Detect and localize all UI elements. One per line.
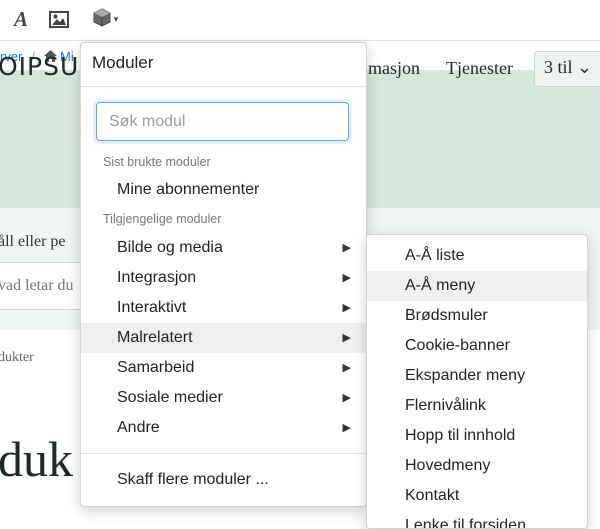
category-label: Samarbeid — [117, 359, 195, 376]
category-malrelatert[interactable]: Malrelatert ▶ — [81, 323, 366, 353]
arrow-right-icon: ▶ — [342, 302, 351, 314]
category-label: Andre — [117, 419, 160, 436]
site-nav-services[interactable]: Tjenester — [446, 58, 513, 79]
font-italic-icon[interactable]: A — [10, 6, 32, 32]
dropdown-title: Moduler — [92, 53, 154, 72]
submenu-item-flernivalink[interactable]: Flernivålink — [367, 391, 587, 421]
category-sosiale-medier[interactable]: Sosiale medier ▶ — [81, 383, 366, 413]
image-icon[interactable] — [48, 6, 70, 32]
chevron-down-icon: ▾ — [113, 13, 119, 24]
submenu-item-lenke-til-forsiden[interactable]: Lenke til forsiden — [367, 511, 587, 528]
arrow-right-icon: ▶ — [342, 422, 351, 434]
submenu-item-a-a-liste[interactable]: A-Å liste — [367, 241, 587, 271]
module-item-mine-abonnementer[interactable]: Mine abonnementer — [81, 175, 366, 205]
site-nav-information[interactable]: masjon — [368, 58, 420, 79]
module-search-input[interactable] — [96, 102, 349, 141]
dropdown-divider — [81, 86, 366, 87]
category-integrasjon[interactable]: Integrasjon ▶ — [81, 263, 366, 293]
malrelatert-submenu: A-Å liste A-Å meny Brødsmuler Cookie-ban… — [366, 234, 588, 529]
arrow-right-icon: ▶ — [342, 392, 351, 404]
submenu-item-brodsmuler[interactable]: Brødsmuler — [367, 301, 587, 331]
submenu-item-hopp-til-innhold[interactable]: Hopp til innhold — [367, 421, 587, 451]
submenu-item-cookie-banner[interactable]: Cookie-banner — [367, 331, 587, 361]
site-page-heading: duk — [0, 431, 73, 487]
submenu-item-ekspander-meny[interactable]: Ekspander meny — [367, 361, 587, 391]
site-search-placeholder: vad letar du — [0, 277, 74, 294]
submenu-item-kontakt[interactable]: Kontakt — [367, 481, 587, 511]
recent-modules-heading: Sist brukte moduler — [103, 155, 211, 169]
category-andre[interactable]: Andre ▶ — [81, 413, 366, 443]
available-modules-heading: Tilgjengelige moduler — [103, 212, 222, 226]
category-label: Interaktivt — [117, 299, 187, 316]
module-cube-icon — [92, 7, 112, 32]
category-samarbeid[interactable]: Samarbeid ▶ — [81, 353, 366, 383]
category-label: Bilde og media — [117, 239, 223, 256]
category-interaktivt[interactable]: Interaktivt ▶ — [81, 293, 366, 323]
site-breadcrumb: dukter — [0, 350, 34, 365]
submenu-item-a-a-meny[interactable]: A-Å meny — [367, 271, 587, 301]
get-more-modules-link[interactable]: Skaff flere moduler ... — [117, 471, 269, 489]
category-bilde-og-media[interactable]: Bilde og media ▶ — [81, 233, 366, 263]
arrow-right-icon: ▶ — [342, 242, 351, 254]
category-label: Malrelatert — [117, 329, 193, 346]
editor-toolbar: A ▾ — [0, 0, 600, 40]
category-label: Sosiale medier — [117, 389, 223, 406]
toolbar-divider — [0, 40, 600, 41]
module-dropdown: Moduler Sist brukte moduler Mine abonnem… — [80, 42, 367, 507]
dropdown-divider — [81, 453, 366, 454]
arrow-right-icon: ▶ — [342, 362, 351, 374]
arrow-right-icon: ▶ — [342, 272, 351, 284]
site-language-select[interactable]: 3 til ⌄ — [534, 51, 600, 87]
category-label: Integrasjon — [117, 269, 197, 286]
site-search-prompt: åll eller pe — [0, 233, 66, 250]
module-menu-button[interactable]: ▾ — [88, 6, 122, 32]
arrow-right-icon: ▶ — [342, 332, 351, 344]
submenu-item-hovedmeny[interactable]: Hovedmeny — [367, 451, 587, 481]
